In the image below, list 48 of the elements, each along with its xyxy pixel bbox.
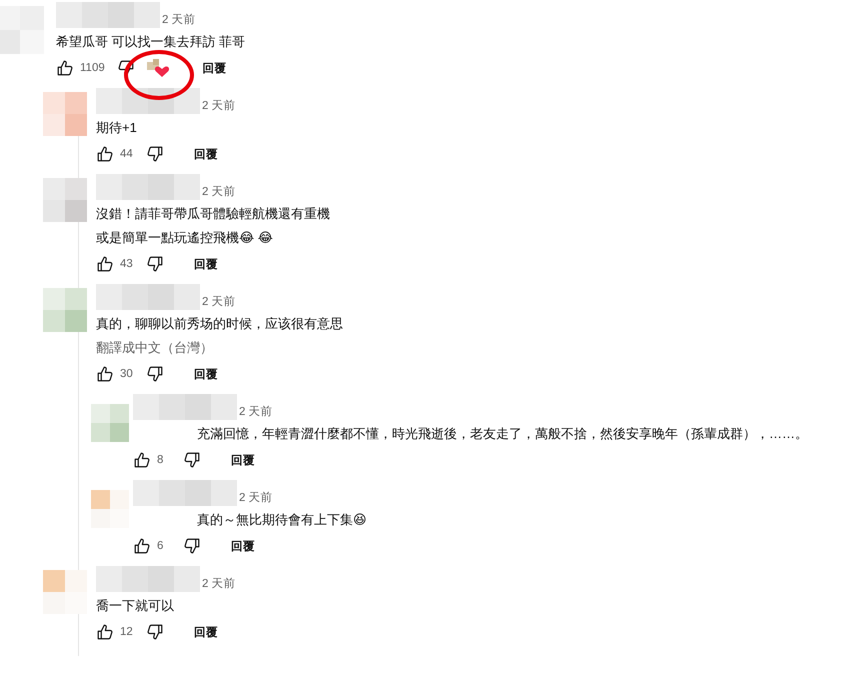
like-count: 8 [157,454,164,466]
like-count: 12 [120,626,134,638]
comment-text: 期待+1 [96,119,138,137]
thumbs-down-icon[interactable] [146,365,164,383]
pixelated-avatar [43,92,87,136]
pixelated-avatar [43,570,87,614]
thumbs-down-icon[interactable] [183,537,201,555]
pixelated-avatar [91,404,129,442]
comment-time: 2 天前 [202,576,236,592]
reply-button[interactable]: 回覆 [231,452,255,468]
like-count: 30 [120,368,134,380]
reply-button[interactable]: 回覆 [194,624,218,640]
thumbs-up-icon[interactable] [133,537,151,555]
thumbs-up-icon[interactable] [56,59,74,77]
comment-text: 真的～無比期待會有上下集😆 [197,511,368,529]
like-count: 44 [120,148,134,160]
comment-text: 沒錯！請菲哥帶瓜哥體驗輕航機還有重機 [96,205,331,223]
reply-button[interactable]: 回覆 [194,256,218,272]
thumbs-up-icon[interactable] [96,145,114,163]
reply-button[interactable]: 回覆 [194,366,218,382]
comment-text: 希望瓜哥 可以找一集去拜訪 菲哥 [56,33,246,51]
comment-text: 或是簡單一點玩遙控飛機😂 😂 [96,229,274,247]
comment-time: 2 天前 [162,12,196,28]
reply-button[interactable]: 回覆 [202,60,227,76]
like-count: 1109 [80,62,105,74]
like-count: 6 [157,540,164,552]
comment-time: 2 天前 [202,98,236,114]
comment-time: 2 天前 [202,294,236,310]
thumbs-up-icon[interactable] [96,365,114,383]
comment-time: 2 天前 [239,404,273,420]
thumbs-down-icon[interactable] [146,145,164,163]
pixelated-avatar [91,490,129,528]
highlight-circle [124,50,194,100]
thumbs-up-icon[interactable] [96,623,114,641]
thumbs-down-icon[interactable] [146,255,164,273]
thumbs-up-icon[interactable] [96,255,114,273]
thumbs-down-icon[interactable] [183,451,201,469]
comment-text: 真的，聊聊以前秀场的时候，应该很有意思 [96,315,344,333]
comment-time: 2 天前 [239,490,273,506]
reply-button[interactable]: 回覆 [231,538,255,554]
like-count: 43 [120,258,134,270]
reply-button[interactable]: 回覆 [194,146,218,162]
translate-link[interactable]: 翻譯成中文（台灣） [96,337,213,358]
thumbs-down-icon[interactable] [146,623,164,641]
thumbs-up-icon[interactable] [133,451,151,469]
comment-time: 2 天前 [202,184,236,200]
comment-text: 喬一下就可以 [96,597,175,615]
comment-text: 充滿回憶，年輕青澀什麼都不懂，時光飛逝後，老友走了，萬般不捨，然後安享晚年（孫輩成群），……。 [197,425,809,443]
